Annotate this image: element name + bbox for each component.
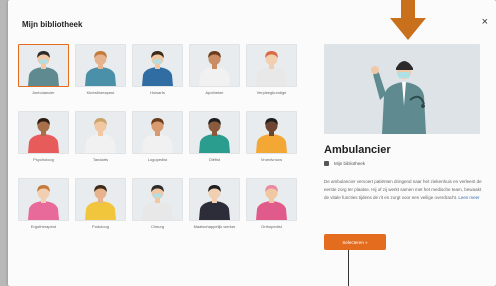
avatar-card[interactable]: Orthopedist: [246, 178, 297, 234]
avatar-thumbnail: [75, 44, 126, 87]
avatar-label: Ambulancier: [32, 90, 55, 95]
avatar-label: Vroedvrouw: [260, 157, 283, 162]
person-illustration: [28, 185, 59, 220]
avatar-thumbnail: [132, 178, 183, 221]
avatar-label: Tandarts: [92, 157, 109, 162]
avatar-card[interactable]: Ergotherapeut: [18, 178, 69, 234]
person-illustration: [85, 118, 116, 153]
avatar-label: Podoloog: [92, 224, 109, 229]
person-illustration: [256, 118, 287, 153]
avatar-label: Verpleegkundige: [256, 90, 287, 95]
detail-description: De ambulancier vervoert patiënten dringe…: [324, 178, 484, 202]
avatar-card[interactable]: Psycholoog: [18, 111, 69, 167]
read-more-link[interactable]: Lees meer: [458, 195, 479, 200]
avatar-thumbnail: [18, 44, 69, 87]
avatar-label: Huisarts: [150, 90, 165, 95]
detail-title: Ambulancier: [324, 144, 391, 156]
avatar-thumbnail: [189, 178, 240, 221]
avatar-thumbnail: [246, 111, 297, 154]
person-illustration: [256, 185, 287, 220]
avatar-card[interactable]: Diëtist: [189, 111, 240, 167]
avatar-label: Chirurg: [150, 224, 165, 229]
select-button[interactable]: Selecteren »: [324, 234, 386, 250]
avatar-thumbnail: [189, 111, 240, 154]
avatar-thumbnail: [75, 111, 126, 154]
down-arrow-icon: [390, 0, 426, 40]
person-illustration: [199, 118, 230, 153]
avatar-label: Diëtist: [208, 157, 221, 162]
avatar-preview: [324, 44, 480, 134]
avatar-label: Psycholoog: [33, 157, 54, 162]
avatar-label: Kinesitherapeut: [86, 90, 115, 95]
person-illustration: [28, 118, 59, 153]
library-icon: [324, 161, 329, 166]
avatar-thumbnail: [246, 178, 297, 221]
person-illustration: [199, 185, 230, 220]
avatar-grid: Ambulancier Kinesitherapeut Huisarts Apothe…: [18, 44, 310, 234]
pointer-line: [348, 250, 349, 286]
detail-meta-text: Mijn bibliotheek: [334, 161, 366, 166]
person-illustration: [142, 51, 173, 86]
close-icon[interactable]: ×: [482, 17, 488, 28]
avatar-thumbnail: [246, 44, 297, 87]
avatar-card[interactable]: Podoloog: [75, 178, 126, 234]
avatar-card[interactable]: Tandarts: [75, 111, 126, 167]
avatar-thumbnail: [132, 111, 183, 154]
person-illustration: [199, 51, 230, 86]
library-dialog: Mijn bibliotheek × Ambulancier Kinesither…: [8, 0, 496, 286]
avatar-card[interactable]: Logopedist: [132, 111, 183, 167]
avatar-card[interactable]: Ambulancier: [18, 44, 69, 100]
dialog-title: Mijn bibliotheek: [22, 20, 83, 29]
avatar-label: Maatschappelijk werker: [193, 224, 236, 229]
avatar-card[interactable]: Verpleegkundige: [246, 44, 297, 100]
avatar-thumbnail: [132, 44, 183, 87]
avatar-label: Ergotherapeut: [30, 224, 57, 229]
avatar-card[interactable]: Huisarts: [132, 44, 183, 100]
avatar-label: Apotheker: [205, 90, 224, 95]
avatar-card[interactable]: Apotheker: [189, 44, 240, 100]
avatar-card[interactable]: Vroedvrouw: [246, 111, 297, 167]
avatar-thumbnail: [75, 178, 126, 221]
avatar-card[interactable]: Kinesitherapeut: [75, 44, 126, 100]
avatar-thumbnail: [18, 178, 69, 221]
person-illustration: [28, 51, 59, 86]
person-illustration: [85, 51, 116, 86]
person-illustration: [142, 185, 173, 220]
preview-illustration: [371, 61, 426, 134]
avatar-thumbnail: [189, 44, 240, 87]
person-illustration: [85, 185, 116, 220]
person-illustration: [142, 118, 173, 153]
avatar-card[interactable]: Maatschappelijk werker: [189, 178, 240, 234]
avatar-label: Orthopedist: [261, 224, 282, 229]
avatar-label: Logopedist: [147, 157, 168, 162]
detail-meta: Mijn bibliotheek: [324, 161, 365, 166]
avatar-thumbnail: [18, 111, 69, 154]
person-illustration: [256, 51, 287, 86]
avatar-card[interactable]: Chirurg: [132, 178, 183, 234]
